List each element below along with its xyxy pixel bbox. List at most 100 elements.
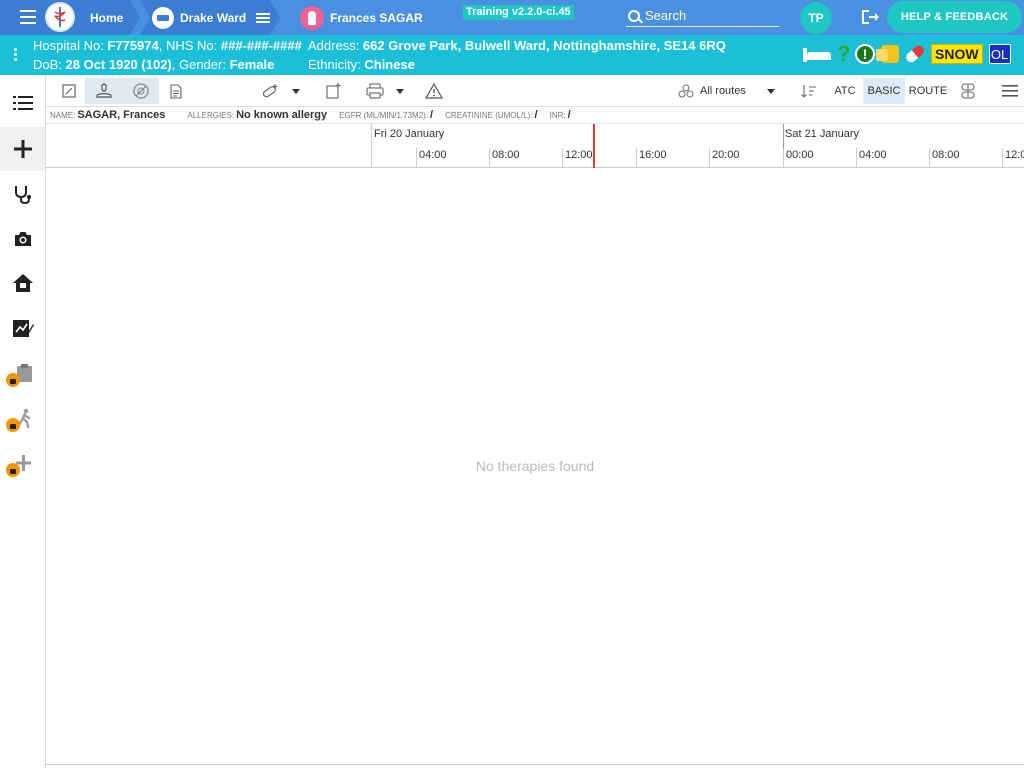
therapies-area: No therapies found (46, 168, 1024, 765)
egfr-label: EGFR (ML/MIN/1.73M2): (339, 111, 429, 120)
gender-label: , Gender: (171, 57, 230, 72)
allergies-field: ALLERGIES: No known allergy (187, 109, 327, 121)
sort-icon[interactable] (800, 78, 818, 104)
routes-filter-label: All routes (700, 85, 746, 97)
add-icon[interactable] (0, 127, 45, 171)
dob-gender-line: DoB: 28 Oct 1920 (102), Gender: Female (33, 57, 274, 72)
notes-icon[interactable] (876, 45, 899, 63)
gender-value: Female (229, 57, 275, 72)
patient-banner: Hospital No: F775974, NHS No: ###-###-##… (0, 35, 1024, 75)
warning-icon[interactable] (424, 78, 444, 104)
list-icon[interactable] (0, 81, 45, 125)
egfr-field: EGFR (ML/MIN/1.73M2): / (339, 109, 433, 121)
hospital-nhs-line: Hospital No: F775974, NHS No: ###-###-##… (33, 38, 302, 53)
name-field: NAME: SAGAR, Frances (50, 109, 165, 121)
address-value: 662 Grove Park, Bulwell Ward, Nottingham… (362, 38, 726, 53)
edit-chart-icon[interactable] (60, 78, 78, 104)
ward-label: Drake Ward (180, 10, 247, 25)
lock-icon (6, 373, 20, 387)
timeline-label-column (46, 124, 372, 168)
walk-locked-icon[interactable] (0, 396, 45, 440)
top-navigation-bar: Home Drake Ward Frances SAGAR Training v… (0, 0, 1024, 35)
help-feedback-button[interactable]: HELP & FEEDBACK (887, 1, 1022, 33)
patient-info-bar: NAME: SAGAR, Frances ALLERGIES: No known a… (46, 107, 1024, 124)
time-tick: 12:0 (1002, 148, 1024, 168)
nhs-label: , NHS No: (158, 38, 221, 53)
stethoscope-icon[interactable] (0, 172, 45, 216)
creatinine-field: CREATININE (UMOL/L): / (445, 109, 537, 121)
time-tick: 00:00 (783, 148, 814, 168)
collapse-groups-icon[interactable] (956, 78, 980, 104)
empty-state-message: No therapies found (475, 458, 595, 474)
breadcrumb-ward[interactable]: Drake Ward (140, 0, 280, 35)
time-tick: 20:00 (709, 148, 740, 168)
menu-icon[interactable] (20, 10, 36, 24)
name-value: SAGAR, Frances (77, 109, 166, 121)
time-tick: 08:00 (489, 148, 520, 168)
routes-dropdown-caret[interactable] (764, 78, 778, 104)
patient-label: Frances SAGAR (330, 10, 423, 25)
bed-status-icon[interactable] (803, 46, 831, 62)
user-avatar[interactable]: TP (800, 2, 832, 34)
inr-value: / (567, 109, 571, 121)
snow-badge[interactable]: SNOW (931, 44, 983, 64)
medication-pill-icon[interactable] (904, 43, 926, 65)
basic-view-button[interactable]: BASIC (863, 78, 905, 104)
creatinine-value: / (534, 109, 538, 121)
time-tick: 08:00 (929, 148, 960, 168)
breadcrumb-patient[interactable]: Frances SAGAR (290, 0, 423, 35)
day-label-sat: Sat 21 January (785, 128, 859, 140)
print-icon[interactable] (364, 78, 386, 104)
timeline-header: Fri 20 January Sat 21 January 04:00 08:0… (46, 124, 1024, 168)
home-icon[interactable] (0, 261, 45, 305)
add-prn-icon[interactable] (324, 78, 344, 104)
allergies-value: No known allergy (236, 109, 328, 121)
creatinine-label: CREATININE (UMOL/L): (445, 111, 533, 120)
discontinue-icon[interactable] (123, 78, 159, 104)
print-dropdown-caret[interactable] (393, 78, 407, 104)
dob-value: 28 Oct 1920 (102) (65, 57, 172, 72)
day-label-fri: Fri 20 January (374, 128, 445, 140)
search-input[interactable]: Search (626, 5, 779, 27)
lock-icon (6, 463, 20, 477)
lock-icon (6, 418, 20, 432)
app-logo-icon (45, 2, 75, 32)
egfr-value: / (430, 109, 434, 121)
route-view-button[interactable]: ROUTE (907, 78, 949, 104)
name-label: NAME: (50, 111, 76, 120)
breadcrumb-home[interactable]: Home (80, 0, 140, 35)
alert-icon[interactable]: ! (855, 44, 875, 64)
banner-more-icon[interactable] (14, 48, 18, 63)
left-sidebar (0, 75, 46, 768)
medication-dropdown-caret[interactable] (289, 78, 303, 104)
ward-menu-icon[interactable] (256, 11, 271, 25)
document-icon[interactable] (167, 78, 185, 104)
home-label: Home (90, 10, 124, 25)
add-locked-icon[interactable] (0, 441, 45, 485)
bed-icon (152, 6, 174, 29)
ethnicity-line: Ethnicity: Chinese (308, 57, 415, 72)
add-medication-icon[interactable] (260, 78, 282, 104)
more-menu-icon[interactable] (1000, 78, 1020, 104)
chart-edit-icon[interactable] (0, 306, 45, 350)
inr-label: INR: (549, 111, 566, 120)
chart-toolbar: All routes ATC BASIC ROUTE (46, 75, 1024, 107)
dob-label: DoB: (33, 57, 66, 72)
logout-icon[interactable] (860, 8, 880, 26)
time-tick: 16:00 (636, 148, 667, 168)
ol-badge[interactable]: OL (988, 44, 1011, 64)
inr-field: INR: / (550, 109, 571, 121)
time-tick: 04:00 (856, 148, 887, 168)
time-tick: 04:00 (416, 148, 447, 168)
address-line: Address: 662 Grove Park, Bulwell Ward, N… (308, 38, 726, 53)
hospital-label: Hospital No: (33, 38, 108, 53)
banner-status-icons: ? ! SNOW OL (803, 41, 1011, 67)
camera-icon[interactable] (0, 217, 45, 261)
administer-icon[interactable] (85, 78, 123, 104)
atc-view-button[interactable]: ATC (830, 78, 860, 104)
question-icon[interactable]: ? (837, 41, 850, 67)
patient-female-icon (300, 5, 324, 30)
address-label: Address: (308, 38, 363, 53)
clipboard-locked-icon[interactable] (0, 351, 45, 395)
routes-filter-select[interactable]: All routes (678, 78, 778, 104)
